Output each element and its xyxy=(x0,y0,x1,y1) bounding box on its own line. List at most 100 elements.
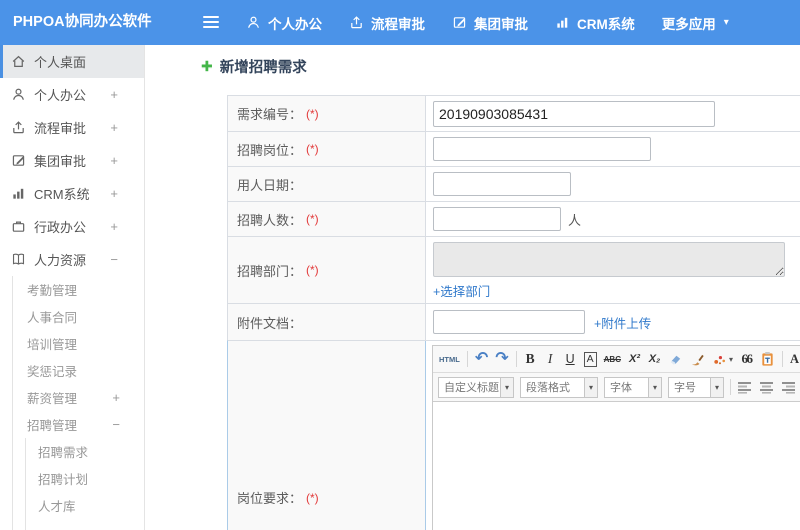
align-center-icon xyxy=(760,381,773,394)
sidebar-item-talent-pool[interactable]: 人才库 xyxy=(26,492,144,519)
required-mark: (*) xyxy=(306,106,319,121)
nav-group-approval[interactable]: 集团审批 xyxy=(452,13,528,33)
top-header: PHPOA协同办公软件 个人办公 流程审批 集团审批 CRM系统 更多应用 ▾ xyxy=(0,0,800,45)
sidebar-item-label: CRM系统 xyxy=(34,187,90,202)
nav-label: 集团审批 xyxy=(474,16,528,32)
underline-button[interactable]: U xyxy=(564,349,577,369)
department-textarea[interactable] xyxy=(433,242,785,277)
paste-button[interactable] xyxy=(760,349,775,369)
sidebar-item-hr-contract[interactable]: 人事合同 xyxy=(13,303,144,330)
italic-button[interactable]: I xyxy=(544,349,557,369)
nav-more-apps[interactable]: 更多应用 ▾ xyxy=(662,13,729,33)
align-center-button[interactable] xyxy=(759,381,775,394)
page-title-text: 新增招聘需求 xyxy=(219,60,307,76)
heading-select[interactable]: 自定义标题 ▾ xyxy=(438,376,514,398)
field-label: 招聘人数： (*) xyxy=(228,202,426,236)
collapse-icon: − xyxy=(112,417,120,432)
sidebar-item-recruit-mgmt[interactable]: 招聘管理 − xyxy=(13,411,144,438)
char-border-button[interactable]: A xyxy=(583,351,597,367)
attachment-input[interactable] xyxy=(433,310,585,334)
hamburger-icon xyxy=(203,16,219,18)
form-row-attachment: 附件文档： +附件上传 xyxy=(228,303,800,340)
sidebar-item-salary[interactable]: 薪资管理 + xyxy=(13,384,144,411)
recruit-submenu: 招聘需求 招聘计划 人才库 xyxy=(25,438,144,530)
bold-button[interactable]: B xyxy=(524,349,537,369)
nav-crm-system[interactable]: CRM系统 xyxy=(555,13,635,33)
required-mark: (*) xyxy=(306,263,319,277)
rich-text-editor: HTML ↶ ↷ B I U A ABC X² X₂ ▾ 66 A 自定义标题 … xyxy=(432,345,800,530)
attachment-upload-link[interactable]: +附件上传 xyxy=(594,313,651,332)
paragraph-format-select[interactable]: 段落格式 ▾ xyxy=(520,376,598,398)
font-color-button[interactable]: A ▾ xyxy=(790,349,800,369)
sidebar-item-personal-desktop[interactable]: 个人桌面 xyxy=(0,45,144,78)
blockquote-button[interactable]: 66 xyxy=(740,349,754,369)
sidebar-item-label: 个人桌面 xyxy=(34,55,87,70)
sidebar-item-label: 招聘需求 xyxy=(38,446,89,460)
color-spray-icon xyxy=(714,355,726,364)
strikethrough-button[interactable]: ABC xyxy=(604,349,621,369)
expand-icon: + xyxy=(110,186,118,201)
top-navigation: 个人办公 流程审批 集团审批 CRM系统 更多应用 ▾ xyxy=(246,0,729,45)
position-input[interactable] xyxy=(433,137,651,161)
clipboard-icon xyxy=(762,351,773,366)
sidebar-item-label: 奖惩记录 xyxy=(27,365,78,379)
user-icon xyxy=(246,15,261,30)
sidebar-item-admin-office[interactable]: 行政办公 + xyxy=(0,210,144,243)
superscript-button[interactable]: X² xyxy=(628,349,641,369)
sidebar-item-attendance[interactable]: 考勤管理 xyxy=(13,276,144,303)
edit-icon xyxy=(452,15,467,30)
align-left-icon xyxy=(738,381,751,394)
font-size-select[interactable]: 字号 ▾ xyxy=(668,376,724,398)
expand-icon: + xyxy=(110,219,118,234)
field-label: 需求编号： (*) xyxy=(228,96,426,131)
sidebar-item-process-approval[interactable]: 流程审批 + xyxy=(0,111,144,144)
book-icon xyxy=(11,252,26,267)
form-row-demand-no: 需求编号： (*) xyxy=(228,96,800,131)
editor-content-area[interactable] xyxy=(433,402,800,530)
align-right-button[interactable] xyxy=(781,381,797,394)
text-color-button[interactable]: ▾ xyxy=(712,349,733,369)
demand-number-input[interactable] xyxy=(433,100,715,127)
required-mark: (*) xyxy=(306,142,319,156)
nav-process-approval[interactable]: 流程审批 xyxy=(349,13,425,33)
hire-date-input[interactable] xyxy=(433,172,571,196)
chevron-down-icon: ▾ xyxy=(729,354,734,364)
menu-toggle-button[interactable] xyxy=(203,16,219,31)
expand-icon: + xyxy=(110,153,118,168)
align-left-button[interactable] xyxy=(737,381,753,394)
required-mark: (*) xyxy=(306,212,319,226)
sidebar-item-group-approval[interactable]: 集团审批 + xyxy=(0,144,144,177)
expand-icon: + xyxy=(110,120,118,135)
format-brush-button[interactable] xyxy=(690,349,705,369)
nav-label: CRM系统 xyxy=(577,16,635,32)
sidebar-item-label: 行政办公 xyxy=(34,220,87,235)
sidebar-item-personal-office[interactable]: 个人办公 + xyxy=(0,78,144,111)
sidebar-item-label: 培训管理 xyxy=(27,338,78,352)
sidebar-item-label: 招聘计划 xyxy=(38,473,89,487)
field-label: 岗位要求： (*) xyxy=(228,341,426,530)
sidebar-item-recruit-plan[interactable]: 招聘计划 xyxy=(26,465,144,492)
font-family-select[interactable]: 字体 ▾ xyxy=(604,376,662,398)
redo-button[interactable]: ↷ xyxy=(495,349,508,369)
collapse-icon: − xyxy=(110,252,118,267)
sidebar-item-recruit-demand[interactable]: 招聘需求 xyxy=(26,438,144,465)
undo-button[interactable]: ↶ xyxy=(475,349,488,369)
nav-personal-office[interactable]: 个人办公 xyxy=(246,13,322,33)
sidebar-item-hr[interactable]: 人力资源 − xyxy=(0,243,144,276)
html-source-button[interactable]: HTML xyxy=(439,349,460,369)
sidebar-item-rewards[interactable]: 奖惩记录 xyxy=(13,357,144,384)
chevron-down-icon: ▾ xyxy=(500,377,513,397)
app-window: PHPOA协同办公软件 个人办公 流程审批 集团审批 CRM系统 更多应用 ▾ … xyxy=(0,0,800,530)
sidebar: 个人桌面 个人办公 + 流程审批 + 集团审批 + CRM系统 + 行政办公 +… xyxy=(0,45,145,530)
required-mark: (*) xyxy=(306,490,319,505)
sidebar-item-crm[interactable]: CRM系统 + xyxy=(0,177,144,210)
chevron-down-icon: ▾ xyxy=(584,377,597,397)
choose-department-link[interactable]: +选择部门 xyxy=(433,281,490,300)
sidebar-item-label: 人力资源 xyxy=(34,253,87,268)
sidebar-item-training[interactable]: 培训管理 xyxy=(13,330,144,357)
headcount-input[interactable] xyxy=(433,207,561,231)
field-label: 用人日期： xyxy=(228,167,426,201)
subscript-button[interactable]: X₂ xyxy=(648,349,661,369)
bar-chart-icon xyxy=(555,15,570,30)
eraser-button[interactable] xyxy=(668,349,683,369)
